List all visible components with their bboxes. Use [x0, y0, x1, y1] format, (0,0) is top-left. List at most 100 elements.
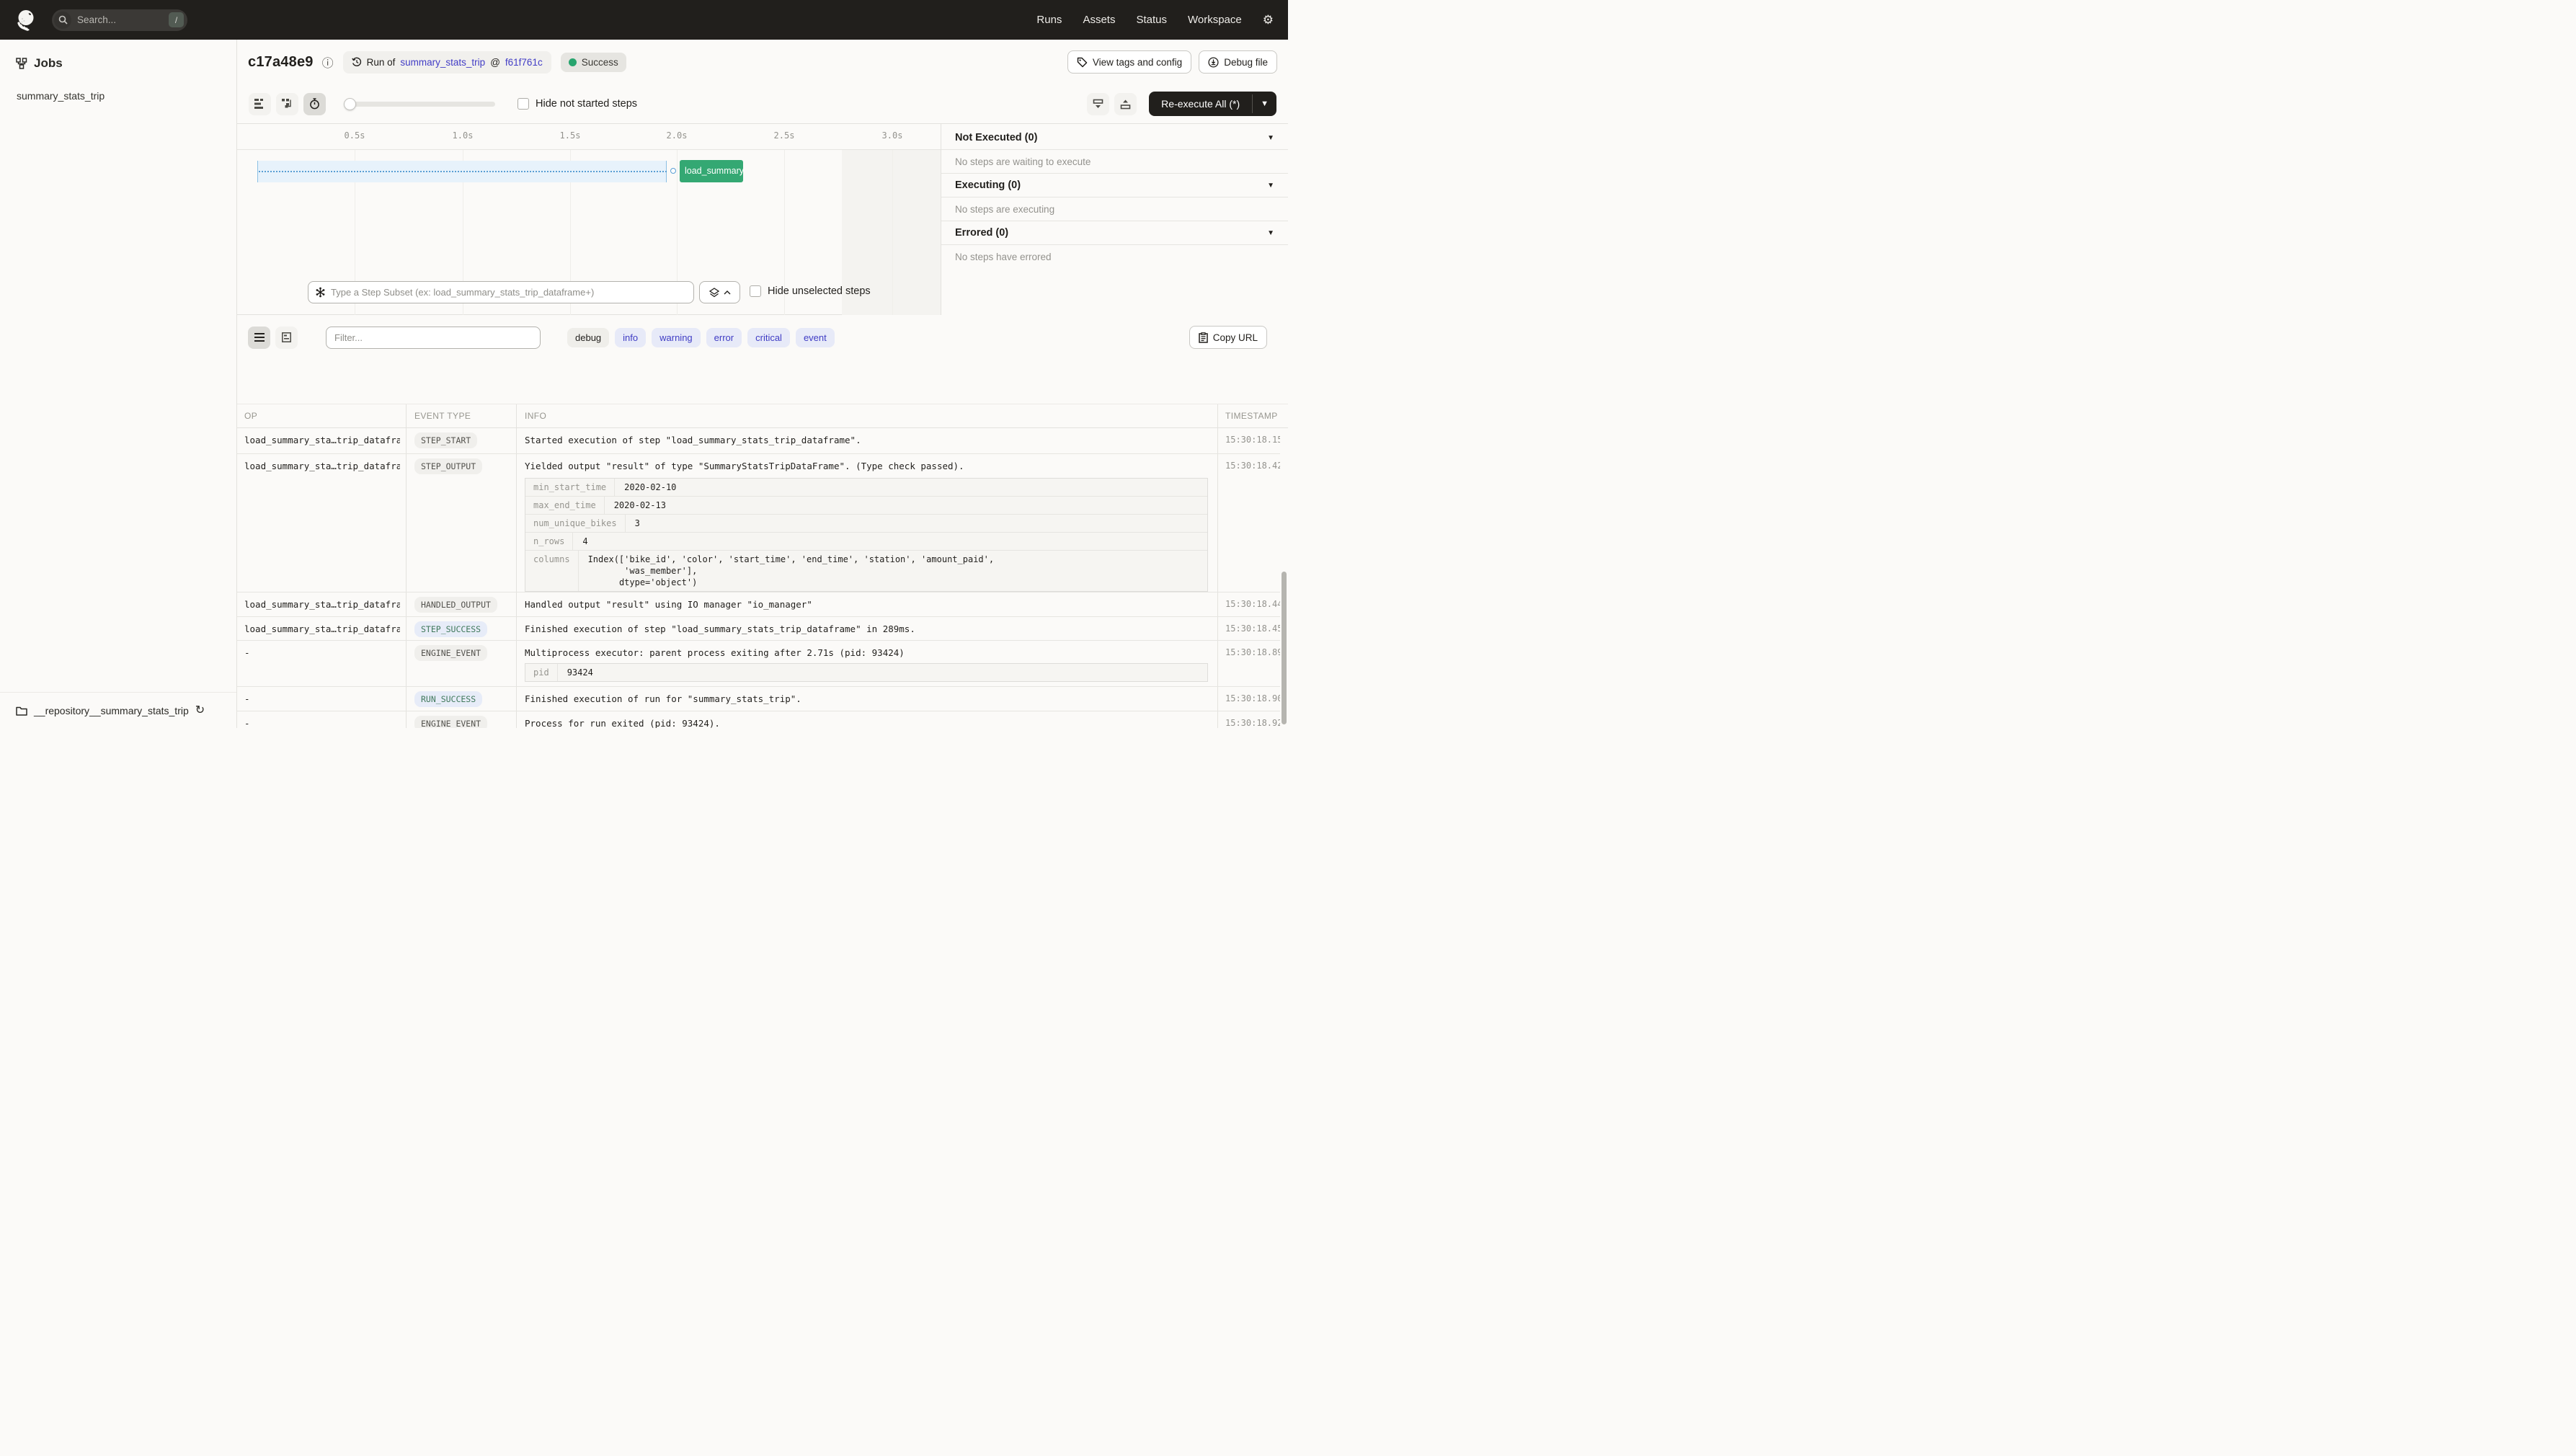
run-header: c17a48e9 ⓘ Run of summary_stats_trip @ f…: [237, 40, 1288, 84]
axis-divider: [237, 149, 941, 150]
dagster-logo-icon[interactable]: [14, 8, 39, 32]
event-log-table: OP EVENT TYPE INFO TIMESTAMP load_summar…: [237, 404, 1288, 728]
axis-tick: 1.5s: [559, 130, 581, 141]
debug-file-button[interactable]: Debug file: [1199, 50, 1277, 74]
chevron-down-icon: ▼: [1267, 181, 1274, 190]
dagster-run-page: Search... / Runs Assets Status Workspace…: [0, 0, 1288, 728]
axis-tick: 3.0s: [881, 130, 903, 141]
timestamp: 15:30:18.427: [1225, 461, 1280, 471]
collapse-panel-icon[interactable]: [1114, 92, 1137, 115]
hide-unselected-label: Hide unselected steps: [768, 285, 871, 297]
vertical-scrollbar[interactable]: [1282, 572, 1287, 724]
commit-link[interactable]: f61f761c: [505, 57, 543, 68]
metadata-table: min_start_time 2020-02-10 max_end_time 2…: [525, 478, 1208, 592]
log-row[interactable]: load_summary_sta…trip_dataframe HANDLED_…: [237, 592, 1280, 617]
search-shortcut-key: /: [169, 12, 184, 27]
event-type-badge: STEP_OUTPUT: [414, 458, 483, 474]
nav-item-runs[interactable]: Runs: [1036, 14, 1062, 26]
axis-tick: 2.0s: [666, 130, 688, 141]
layers-icon: [709, 287, 719, 298]
repository-footer: __repository__summary_stats_trip ↻: [0, 692, 236, 728]
gantt-timed-view-button[interactable]: [303, 92, 326, 115]
folder-icon: [16, 706, 27, 716]
log-toolbar: debug info warning error critical event: [237, 315, 1288, 360]
hide-unselected-control: Hide unselected steps: [750, 285, 871, 297]
log-row[interactable]: - ENGINE_EVENT Process for run exited (p…: [237, 711, 1280, 728]
log-list-view-button[interactable]: [248, 326, 270, 349]
level-chip-critical[interactable]: critical: [747, 327, 790, 347]
step-subset-field: [308, 281, 694, 303]
step-waiting-dot: [670, 168, 676, 174]
metadata-table: pid 93424: [525, 663, 1208, 682]
log-row[interactable]: load_summary_sta…trip_dataframe STEP_STA…: [237, 428, 1280, 454]
level-chip-debug[interactable]: debug: [567, 327, 610, 347]
log-row[interactable]: - ENGINE_EVENT Multiprocess executor: pa…: [237, 641, 1280, 687]
refresh-icon[interactable]: ↻: [195, 704, 205, 716]
gear-icon[interactable]: ⚙: [1263, 14, 1274, 26]
run-of-label: Run of: [366, 56, 396, 68]
global-search-input[interactable]: Search... /: [52, 9, 187, 31]
gantt-section: 0.5s 1.0s 1.5s 2.0s 2.5s 3.0s load_summa…: [237, 124, 1288, 315]
gantt-step-box[interactable]: load_summary.: [680, 160, 743, 182]
history-icon: [351, 57, 362, 67]
log-filter-input[interactable]: [326, 326, 541, 349]
sidebar-item-job[interactable]: summary_stats_trip: [0, 71, 236, 102]
log-table-header: OP EVENT TYPE INFO TIMESTAMP: [237, 404, 1288, 428]
hide-unselected-checkbox[interactable]: [750, 285, 761, 297]
event-type-badge: HANDLED_OUTPUT: [414, 597, 497, 613]
col-op: OP: [244, 411, 258, 421]
level-chip-event[interactable]: event: [795, 327, 835, 347]
log-row[interactable]: load_summary_sta…trip_dataframe STEP_SUC…: [237, 617, 1280, 641]
slider-knob[interactable]: [344, 97, 356, 110]
timestamp: 15:30:18.152: [1225, 435, 1280, 445]
log-row[interactable]: load_summary_sta…trip_dataframe STEP_OUT…: [237, 454, 1280, 592]
run-id: c17a48e9: [248, 53, 314, 70]
level-chip-error[interactable]: error: [706, 327, 742, 347]
panel-empty-errored: No steps have errored: [955, 252, 1052, 262]
nav-item-assets[interactable]: Assets: [1083, 14, 1115, 26]
col-event-type: EVENT TYPE: [414, 411, 471, 421]
gantt-toolbar: Hide not started steps Re-execute All (*…: [237, 84, 1288, 124]
step-subset-row: Hide unselected steps: [237, 281, 941, 304]
zoom-to-fit-icon[interactable]: [1087, 92, 1110, 115]
search-placeholder: Search...: [77, 14, 117, 25]
step-subset-input[interactable]: [331, 287, 687, 298]
log-structured-view-button[interactable]: [275, 326, 298, 349]
main-content: c17a48e9 ⓘ Run of summary_stats_trip @ f…: [237, 40, 1288, 728]
info-icon[interactable]: ⓘ: [322, 53, 334, 71]
panel-section-executing[interactable]: Executing (0) ▼: [941, 174, 1288, 197]
nav-links: Runs Assets Status Workspace ⚙: [1036, 14, 1274, 26]
timestamp: 15:30:18.451: [1225, 623, 1280, 634]
level-chip-info[interactable]: info: [615, 327, 647, 347]
step-subset-icon: [315, 287, 326, 298]
jobs-icon: [16, 58, 27, 69]
nav-item-workspace[interactable]: Workspace: [1188, 14, 1242, 26]
nav-item-status[interactable]: Status: [1136, 14, 1167, 26]
graph-query-toggle-button[interactable]: [699, 281, 740, 303]
event-type-badge: ENGINE_EVENT: [414, 716, 488, 728]
reexecute-caret-button[interactable]: ▼: [1253, 92, 1276, 116]
copy-url-button[interactable]: Copy URL: [1189, 326, 1267, 349]
clipboard-icon: [1198, 332, 1208, 343]
timestamp: 15:30:18.895: [1225, 647, 1280, 657]
event-type-badge: RUN_SUCCESS: [414, 691, 483, 707]
view-tags-config-button[interactable]: View tags and config: [1067, 50, 1192, 74]
gantt-flat-view-button[interactable]: [249, 92, 271, 115]
success-dot-icon: [568, 58, 577, 66]
run-of-pill: Run of summary_stats_trip @ f61f761c: [342, 50, 551, 74]
axis-tick: 1.0s: [452, 130, 474, 141]
log-level-filters: debug info warning error critical event: [567, 327, 835, 347]
level-chip-warning[interactable]: warning: [652, 327, 701, 347]
reexecute-split-button: Re-execute All (*) ▼: [1149, 92, 1276, 116]
hide-not-started-checkbox[interactable]: [518, 98, 529, 110]
gantt-waterfall-view-button[interactable]: [276, 92, 298, 115]
status-badge: Success: [560, 52, 626, 72]
axis-tick: 0.5s: [344, 130, 365, 141]
log-row[interactable]: - RUN_SUCCESS Finished execution of run …: [237, 687, 1280, 711]
reexecute-all-button[interactable]: Re-execute All (*): [1149, 92, 1252, 116]
col-info: INFO: [525, 411, 547, 421]
panel-section-errored[interactable]: Errored (0) ▼: [941, 221, 1288, 245]
job-link[interactable]: summary_stats_trip: [400, 57, 485, 68]
panel-section-not-executed[interactable]: Not Executed (0) ▼: [941, 126, 1288, 150]
gantt-zoom-slider[interactable]: [344, 97, 495, 110]
